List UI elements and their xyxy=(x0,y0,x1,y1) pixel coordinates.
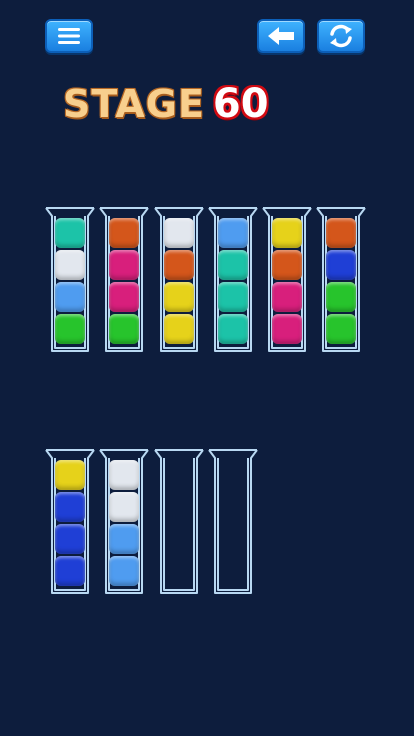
ball-teal xyxy=(218,282,248,312)
tube-4[interactable] xyxy=(208,207,258,353)
ball-blue xyxy=(55,492,85,522)
tube-outline xyxy=(154,449,204,594)
ball-blue xyxy=(55,556,85,586)
ball-teal xyxy=(218,314,248,344)
undo-button[interactable] xyxy=(257,19,305,53)
restart-button[interactable] xyxy=(317,19,365,53)
tube-1[interactable] xyxy=(45,207,95,353)
ball-yellow xyxy=(55,460,85,490)
ball-pink xyxy=(272,282,302,312)
ball-pink xyxy=(109,282,139,312)
tube-5[interactable] xyxy=(262,207,312,353)
ball-orange xyxy=(109,218,139,248)
tube-outline xyxy=(208,449,258,594)
ball-green xyxy=(109,314,139,344)
tube-7[interactable] xyxy=(45,449,95,595)
ball-blue xyxy=(326,250,356,280)
ball-yellow xyxy=(272,218,302,248)
refresh-icon xyxy=(330,24,352,48)
tube-10[interactable] xyxy=(208,449,258,595)
ball-green xyxy=(326,282,356,312)
back-arrow-icon xyxy=(268,27,294,45)
ball-green xyxy=(55,314,85,344)
stage-number: 60 xyxy=(212,81,269,127)
ball-pink xyxy=(272,314,302,344)
ball-orange xyxy=(272,250,302,280)
ball-yellow xyxy=(164,314,194,344)
ball-lightblue xyxy=(218,218,248,248)
stage-title: STAGE 60 xyxy=(63,80,269,128)
tube-6[interactable] xyxy=(316,207,366,353)
ball-teal xyxy=(218,250,248,280)
ball-orange xyxy=(326,218,356,248)
ball-pink xyxy=(109,250,139,280)
tube-2[interactable] xyxy=(99,207,149,353)
ball-yellow xyxy=(164,282,194,312)
ball-white xyxy=(164,218,194,248)
ball-white xyxy=(109,460,139,490)
stage-label: STAGE xyxy=(63,82,205,126)
ball-green xyxy=(326,314,356,344)
tube-3[interactable] xyxy=(154,207,204,353)
tube-9[interactable] xyxy=(154,449,204,595)
menu-button[interactable] xyxy=(45,19,93,53)
ball-white xyxy=(109,492,139,522)
ball-lightblue xyxy=(55,282,85,312)
ball-lightblue xyxy=(109,556,139,586)
ball-white xyxy=(55,250,85,280)
ball-teal xyxy=(55,218,85,248)
ball-lightblue xyxy=(109,524,139,554)
ball-orange xyxy=(164,250,194,280)
ball-blue xyxy=(55,524,85,554)
tube-8[interactable] xyxy=(99,449,149,595)
hamburger-menu-icon xyxy=(58,28,80,44)
